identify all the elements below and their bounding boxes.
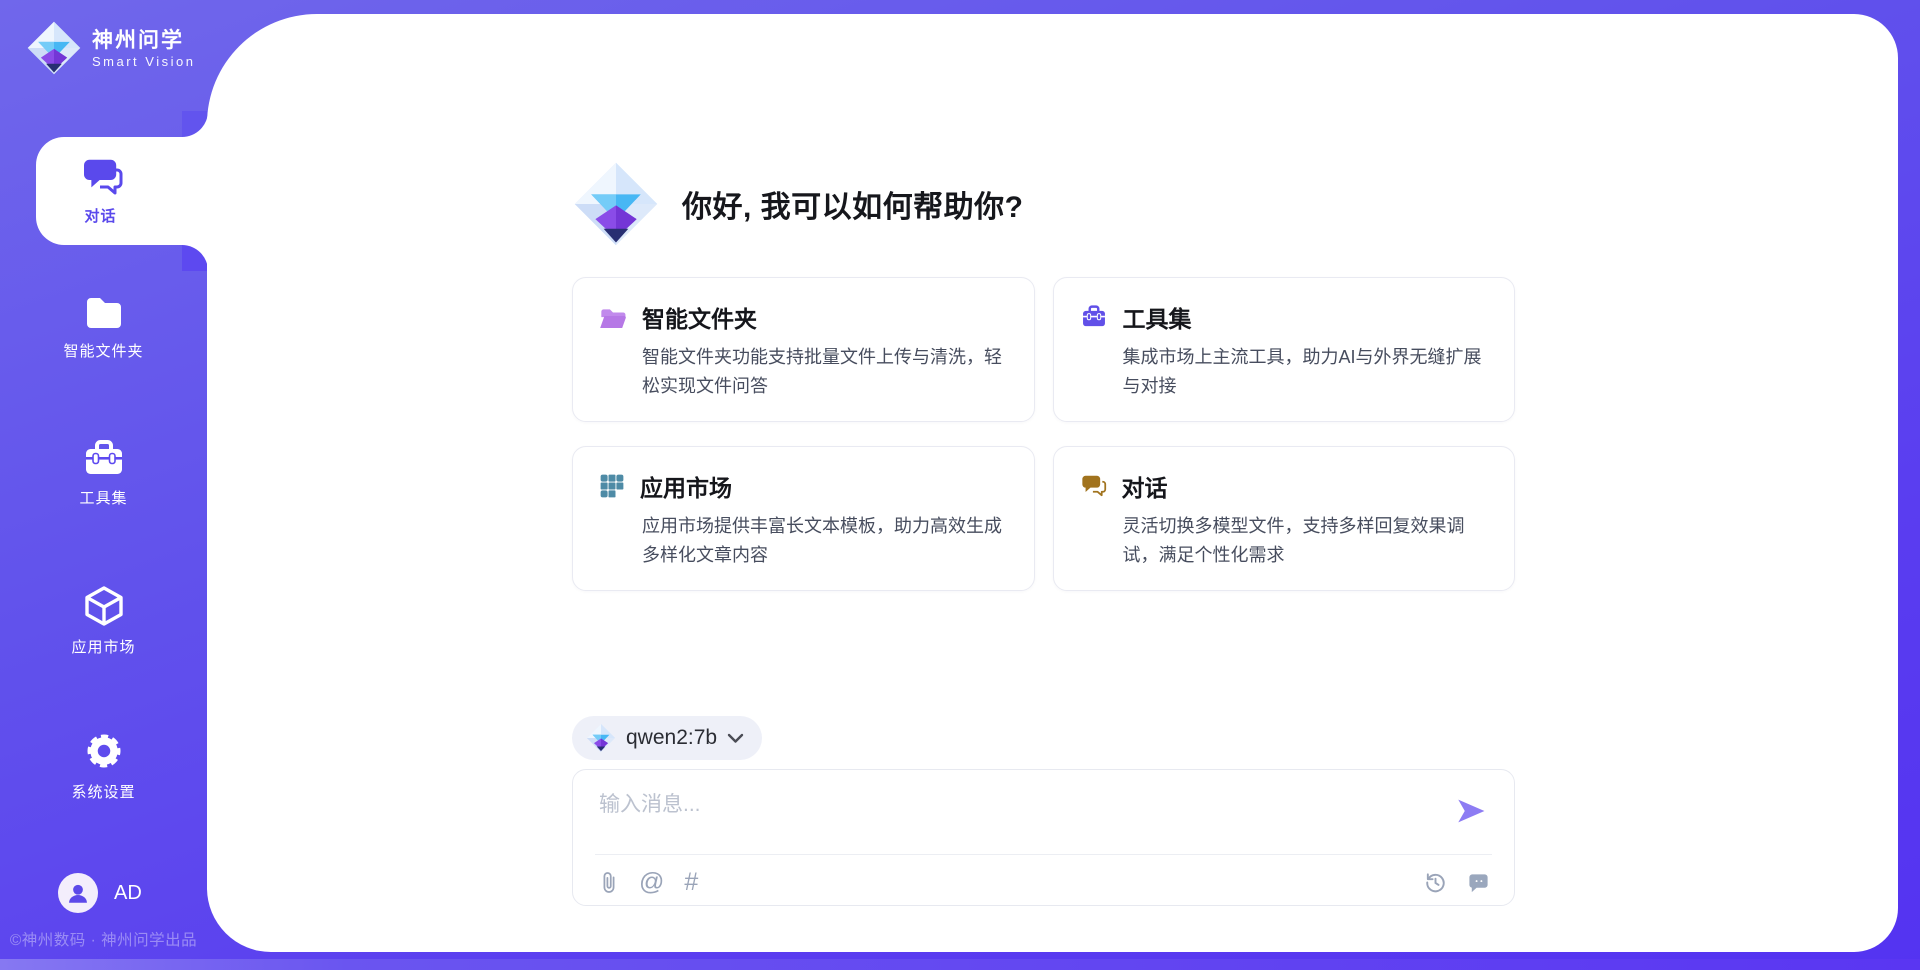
attach-file-button[interactable]: [599, 869, 619, 895]
greeting: 你好, 我可以如何帮助你?: [572, 160, 1024, 248]
brand-logo: 神州问学 Smart Vision: [26, 20, 195, 76]
chat-icon: [78, 157, 124, 199]
sidebar-item-label: 工具集: [0, 487, 207, 508]
greeting-title: 你好, 我可以如何帮助你?: [682, 182, 1024, 226]
card-title: 智能文件夹: [642, 300, 757, 334]
sidebar-item-label: 对话: [84, 205, 116, 226]
sidebar-item-label: 应用市场: [0, 636, 207, 657]
card-title: 工具集: [1123, 300, 1192, 334]
message-icon: [1467, 871, 1490, 894]
copyright-text: ©神州数码 · 神州问学出品: [0, 928, 207, 950]
brand-name: 神州问学: [92, 28, 195, 54]
topic-button[interactable]: #: [684, 870, 698, 895]
gem-logo-icon: [26, 20, 82, 76]
sidebar-item-chat[interactable]: 对话: [36, 137, 208, 245]
composer-divider: [595, 854, 1492, 855]
message-composer: @ #: [572, 769, 1515, 906]
history-icon: [1424, 871, 1447, 894]
card-app-market[interactable]: 应用市场 应用市场提供丰富长文本模板，助力高效生成多样化文章内容: [572, 446, 1035, 591]
sidebar-item-smart-folder[interactable]: 智能文件夹: [0, 293, 207, 361]
send-icon[interactable]: [1454, 794, 1488, 828]
brand-subtitle: Smart Vision: [92, 54, 195, 69]
avatar: [58, 873, 98, 913]
chevron-down-icon: [727, 733, 744, 744]
tab-fillet-top: [182, 111, 208, 137]
main-panel: 你好, 我可以如何帮助你? 智能文件夹 智能文件夹功能支持批量文件上传与清洗，轻…: [207, 14, 1898, 952]
card-chat[interactable]: 对话 灵活切换多模型文件，支持多样回复效果调试，满足个性化需求: [1053, 446, 1516, 591]
card-description: 应用市场提供丰富长文本模板，助力高效生成多样化文章内容: [642, 512, 1016, 570]
toolbox-icon: [1080, 304, 1108, 330]
card-description: 集成市场上主流工具，助力AI与外界无缝扩展与对接: [1123, 343, 1497, 401]
user-name: AD: [114, 882, 142, 905]
sidebar-item-toolset[interactable]: 工具集: [0, 438, 207, 508]
card-title: 对话: [1122, 469, 1168, 503]
gem-logo-icon: [586, 723, 616, 753]
sidebar-item-settings[interactable]: 系统设置: [0, 728, 207, 802]
paperclip-icon: [599, 869, 619, 895]
grid-icon: [599, 473, 625, 499]
at-icon: @: [639, 870, 664, 895]
sidebar-item-label: 智能文件夹: [0, 340, 207, 361]
person-icon: [65, 880, 91, 906]
chat-icon: [1080, 474, 1107, 499]
feature-cards: 智能文件夹 智能文件夹功能支持批量文件上传与清洗，轻松实现文件问答 工具集 集成…: [572, 277, 1515, 591]
model-name: qwen2:7b: [626, 726, 717, 750]
history-button[interactable]: [1424, 871, 1447, 894]
card-description: 灵活切换多模型文件，支持多样回复效果调试，满足个性化需求: [1123, 512, 1497, 570]
card-smart-folder[interactable]: 智能文件夹 智能文件夹功能支持批量文件上传与清洗，轻松实现文件问答: [572, 277, 1035, 422]
cube-icon: [81, 583, 127, 629]
user-account[interactable]: AD: [58, 873, 142, 913]
message-input[interactable]: [599, 788, 1439, 846]
sidebar-item-label: 系统设置: [0, 781, 207, 802]
folder-icon: [81, 293, 127, 333]
card-toolset[interactable]: 工具集 集成市场上主流工具，助力AI与外界无缝扩展与对接: [1053, 277, 1516, 422]
gem-logo-icon: [572, 160, 660, 248]
card-title: 应用市场: [640, 469, 732, 503]
sidebar: 神州问学 Smart Vision 对话 智能文件夹 工具集: [0, 0, 207, 970]
model-selector[interactable]: qwen2:7b: [572, 716, 762, 760]
bottom-strip: [0, 959, 1920, 970]
folder-open-icon: [599, 305, 627, 330]
toolbox-icon: [81, 438, 127, 480]
gear-icon: [81, 728, 127, 774]
sidebar-item-app-market[interactable]: 应用市场: [0, 583, 207, 657]
hash-icon: #: [684, 870, 698, 895]
tab-fillet-bottom: [182, 245, 208, 271]
feedback-button[interactable]: [1467, 871, 1490, 894]
mention-button[interactable]: @: [639, 870, 664, 895]
card-description: 智能文件夹功能支持批量文件上传与清洗，轻松实现文件问答: [642, 343, 1016, 401]
